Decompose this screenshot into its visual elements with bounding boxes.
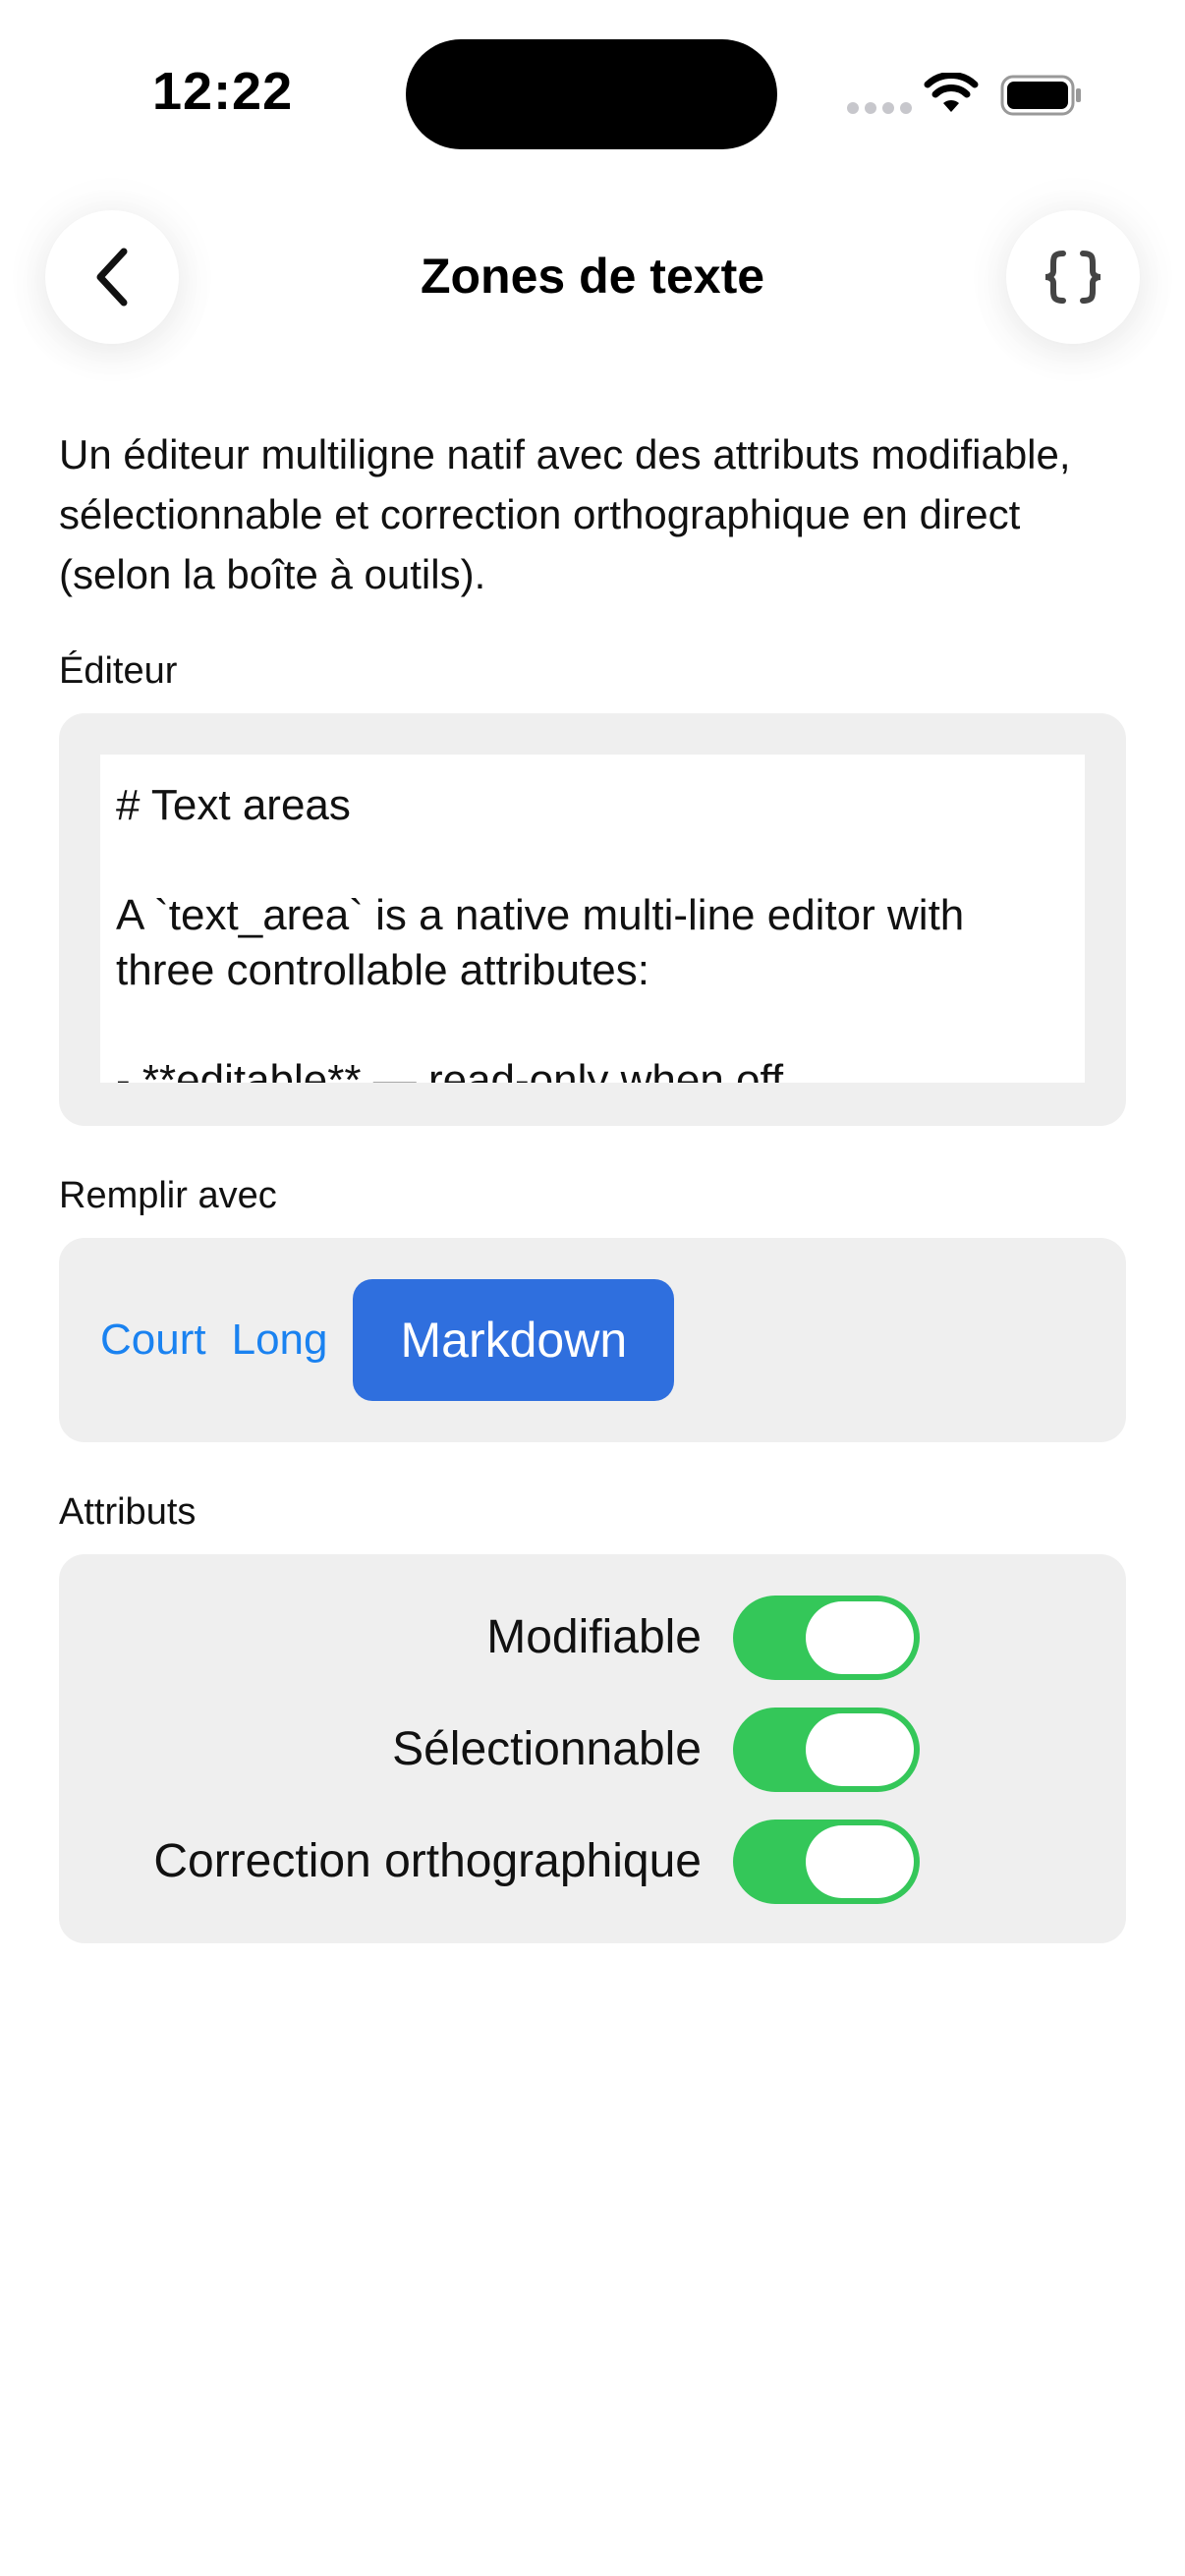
fill-section-label: Remplir avec bbox=[59, 1175, 277, 1216]
editor-section-label: Éditeur bbox=[59, 650, 178, 692]
editor-card: # Text areas A `text_area` is a native m… bbox=[59, 713, 1126, 1126]
curly-braces-icon bbox=[1044, 251, 1101, 304]
attributes-card: Modifiable Sélectionnable Correction ort… bbox=[59, 1554, 1126, 1943]
battery-icon bbox=[1000, 75, 1081, 116]
attribute-row-spellcheck: Correction orthographique bbox=[59, 1818, 1126, 1906]
view-code-button[interactable] bbox=[1006, 210, 1140, 344]
editable-toggle[interactable] bbox=[733, 1596, 920, 1680]
spellcheck-toggle[interactable] bbox=[733, 1820, 920, 1904]
text-area-editor[interactable]: # Text areas A `text_area` is a native m… bbox=[100, 755, 1085, 1083]
selectable-label: Sélectionnable bbox=[392, 1723, 702, 1775]
attribute-row-editable: Modifiable bbox=[59, 1594, 1126, 1682]
fill-button-row: Court Long Markdown bbox=[100, 1279, 675, 1401]
toggle-knob bbox=[806, 1825, 914, 1898]
cellular-signal-icon bbox=[847, 102, 912, 114]
wifi-icon bbox=[924, 73, 979, 112]
text-area-content[interactable]: # Text areas A `text_area` is a native m… bbox=[100, 755, 1085, 1083]
dynamic-island bbox=[406, 39, 777, 149]
selectable-toggle[interactable] bbox=[733, 1708, 920, 1792]
page-description: Un éditeur multiligne natif avec des att… bbox=[59, 431, 1071, 597]
status-time: 12:22 bbox=[152, 62, 294, 121]
spellcheck-label: Correction orthographique bbox=[153, 1835, 702, 1887]
attributes-section-label: Attributs bbox=[59, 1491, 197, 1533]
fill-long-button[interactable]: Long bbox=[232, 1316, 328, 1365]
fill-card: Court Long Markdown bbox=[59, 1238, 1126, 1442]
toggle-knob bbox=[806, 1601, 914, 1674]
fill-short-button[interactable]: Court bbox=[100, 1316, 206, 1365]
toggle-knob bbox=[806, 1713, 914, 1786]
status-bar: 12:22 bbox=[0, 0, 1185, 196]
attribute-row-selectable: Sélectionnable bbox=[59, 1706, 1126, 1794]
fill-markdown-button[interactable]: Markdown bbox=[353, 1279, 675, 1401]
editable-label: Modifiable bbox=[486, 1611, 702, 1663]
